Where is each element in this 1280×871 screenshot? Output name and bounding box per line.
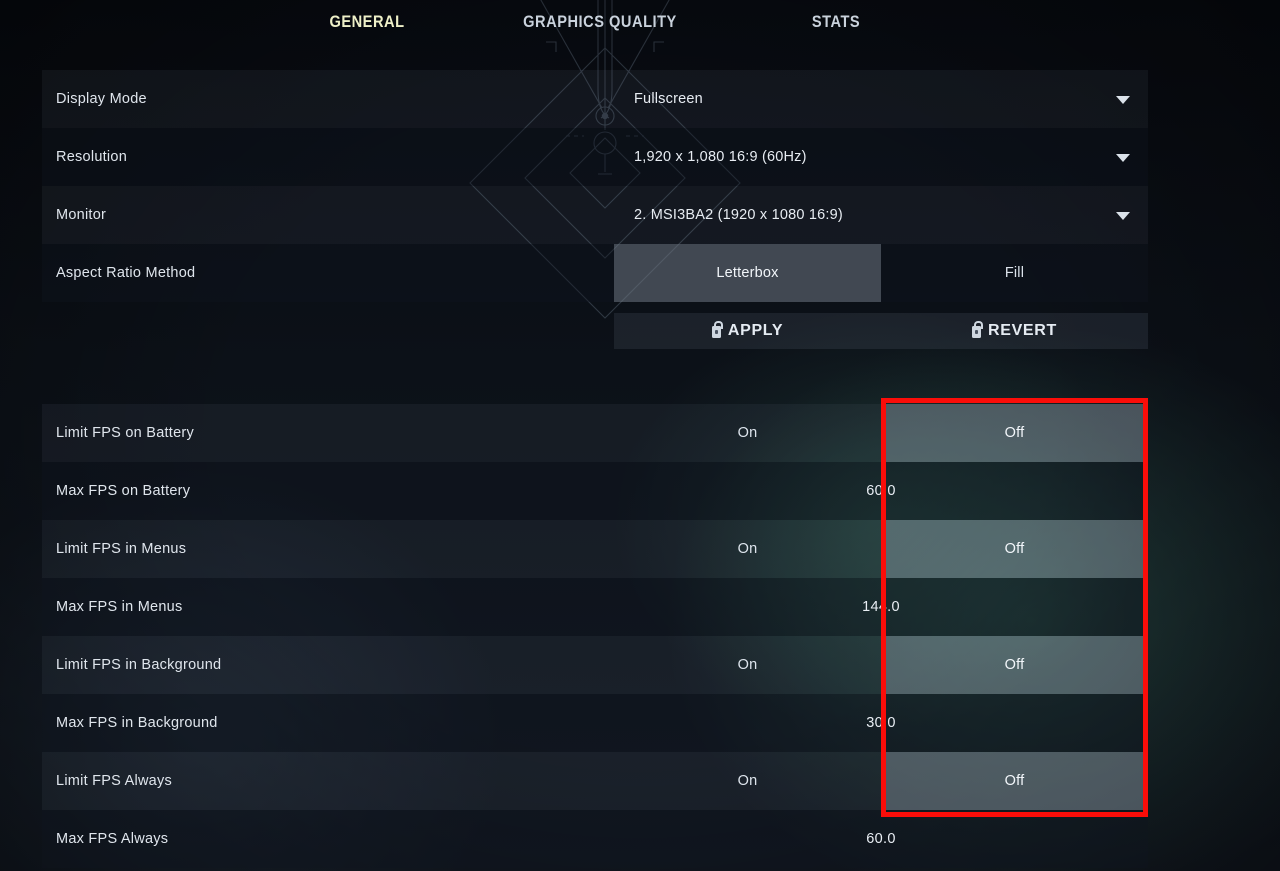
setting-row-max-fps-in-background: Max FPS in Background 30.0 <box>42 694 1148 752</box>
chevron-down-icon <box>1116 96 1130 104</box>
label-aspect-ratio-method: Aspect Ratio Method <box>56 265 196 281</box>
setting-row-max-fps-on-battery: Max FPS on Battery 60.0 <box>42 462 1148 520</box>
value-max-fps-always[interactable]: 60.0 <box>614 810 1148 868</box>
value-display-mode: Fullscreen <box>614 70 1148 128</box>
max-fps-always-value: 60.0 <box>866 831 896 847</box>
value-max-fps-in-menus[interactable]: 144.0 <box>614 578 1148 636</box>
fps-settings-panel: Limit FPS on Battery On Off Max FPS on B… <box>42 404 1148 868</box>
value-resolution: 1,920 x 1,080 16:9 (60Hz) <box>614 128 1148 186</box>
revert-button-label: REVERT <box>987 322 1058 339</box>
apply-button[interactable]: APPLY <box>614 313 881 349</box>
segmented-limit-fps-in-menus: On Off <box>614 520 1148 578</box>
tab-graphics-quality[interactable]: GRAPHICS QUALITY <box>514 12 686 32</box>
label-limit-fps-always: Limit FPS Always <box>56 773 172 789</box>
lock-icon <box>711 321 723 338</box>
setting-row-resolution: Resolution 1,920 x 1,080 16:9 (60Hz) <box>42 128 1148 186</box>
setting-row-aspect-ratio-method: Aspect Ratio Method Letterbox Fill <box>42 244 1148 302</box>
limit-fps-always-on-button[interactable]: On <box>614 752 881 810</box>
value-limit-fps-on-battery: On Off <box>614 404 1148 462</box>
label-resolution: Resolution <box>56 149 128 165</box>
chevron-down-icon <box>1116 154 1130 162</box>
settings-tab-bar: GENERAL GRAPHICS QUALITY STATS <box>0 0 1280 46</box>
segmented-limit-fps-on-battery: On Off <box>614 404 1148 462</box>
label-display-mode: Display Mode <box>56 91 147 107</box>
dropdown-resolution[interactable]: 1,920 x 1,080 16:9 (60Hz) <box>614 128 1148 186</box>
limit-fps-in-background-off-button[interactable]: Off <box>881 636 1148 694</box>
dropdown-display-mode-value: Fullscreen <box>634 91 703 107</box>
setting-row-max-fps-always: Max FPS Always 60.0 <box>42 810 1148 868</box>
setting-row-limit-fps-on-battery: Limit FPS on Battery On Off <box>42 404 1148 462</box>
max-fps-in-background-value: 30.0 <box>866 715 896 731</box>
label-max-fps-always: Max FPS Always <box>56 831 169 847</box>
label-limit-fps-in-menus: Limit FPS in Menus <box>56 541 187 557</box>
max-fps-in-menus-value: 144.0 <box>862 599 900 615</box>
revert-button[interactable]: REVERT <box>881 313 1148 349</box>
dropdown-monitor[interactable]: 2. MSI3BA2 (1920 x 1080 16:9) <box>614 186 1148 244</box>
setting-row-limit-fps-in-menus: Limit FPS in Menus On Off <box>42 520 1148 578</box>
limit-fps-on-battery-off-button[interactable]: Off <box>881 404 1148 462</box>
dropdown-display-mode[interactable]: Fullscreen <box>614 70 1148 128</box>
value-limit-fps-in-background: On Off <box>614 636 1148 694</box>
limit-fps-in-menus-off-button[interactable]: Off <box>881 520 1148 578</box>
label-max-fps-in-background: Max FPS in Background <box>56 715 218 731</box>
label-limit-fps-on-battery: Limit FPS on Battery <box>56 425 194 441</box>
value-limit-fps-in-menus: On Off <box>614 520 1148 578</box>
apply-button-label: APPLY <box>727 322 784 339</box>
setting-row-monitor: Monitor 2. MSI3BA2 (1920 x 1080 16:9) <box>42 186 1148 244</box>
setting-row-display-mode: Display Mode Fullscreen <box>42 70 1148 128</box>
limit-fps-on-battery-on-button[interactable]: On <box>614 404 881 462</box>
setting-row-max-fps-in-menus: Max FPS in Menus 144.0 <box>42 578 1148 636</box>
limit-fps-in-background-on-button[interactable]: On <box>614 636 881 694</box>
setting-row-limit-fps-always: Limit FPS Always On Off <box>42 752 1148 810</box>
value-max-fps-on-battery[interactable]: 60.0 <box>614 462 1148 520</box>
value-monitor: 2. MSI3BA2 (1920 x 1080 16:9) <box>614 186 1148 244</box>
label-max-fps-in-menus: Max FPS in Menus <box>56 599 183 615</box>
value-max-fps-in-background[interactable]: 30.0 <box>614 694 1148 752</box>
display-action-bar: APPLY REVERT <box>614 313 1148 349</box>
label-monitor: Monitor <box>56 207 107 223</box>
segmented-limit-fps-in-background: On Off <box>614 636 1148 694</box>
tab-general[interactable]: GENERAL <box>298 12 436 32</box>
label-limit-fps-in-background: Limit FPS in Background <box>56 657 222 673</box>
segmented-aspect-ratio-method: Letterbox Fill <box>614 244 1148 302</box>
label-max-fps-on-battery: Max FPS on Battery <box>56 483 191 499</box>
limit-fps-always-off-button[interactable]: Off <box>881 752 1148 810</box>
tab-stats[interactable]: STATS <box>767 12 905 32</box>
limit-fps-in-menus-on-button[interactable]: On <box>614 520 881 578</box>
chevron-down-icon <box>1116 212 1130 220</box>
aspect-ratio-fill-button[interactable]: Fill <box>881 244 1148 302</box>
display-settings-panel: Display Mode Fullscreen Resolution 1,920… <box>42 70 1148 302</box>
segmented-limit-fps-always: On Off <box>614 752 1148 810</box>
value-aspect-ratio-method: Letterbox Fill <box>614 244 1148 302</box>
max-fps-on-battery-value: 60.0 <box>866 483 896 499</box>
value-limit-fps-always: On Off <box>614 752 1148 810</box>
lock-icon <box>971 321 983 338</box>
dropdown-monitor-value: 2. MSI3BA2 (1920 x 1080 16:9) <box>634 207 843 223</box>
dropdown-resolution-value: 1,920 x 1,080 16:9 (60Hz) <box>634 149 807 165</box>
aspect-ratio-letterbox-button[interactable]: Letterbox <box>614 244 881 302</box>
setting-row-limit-fps-in-background: Limit FPS in Background On Off <box>42 636 1148 694</box>
